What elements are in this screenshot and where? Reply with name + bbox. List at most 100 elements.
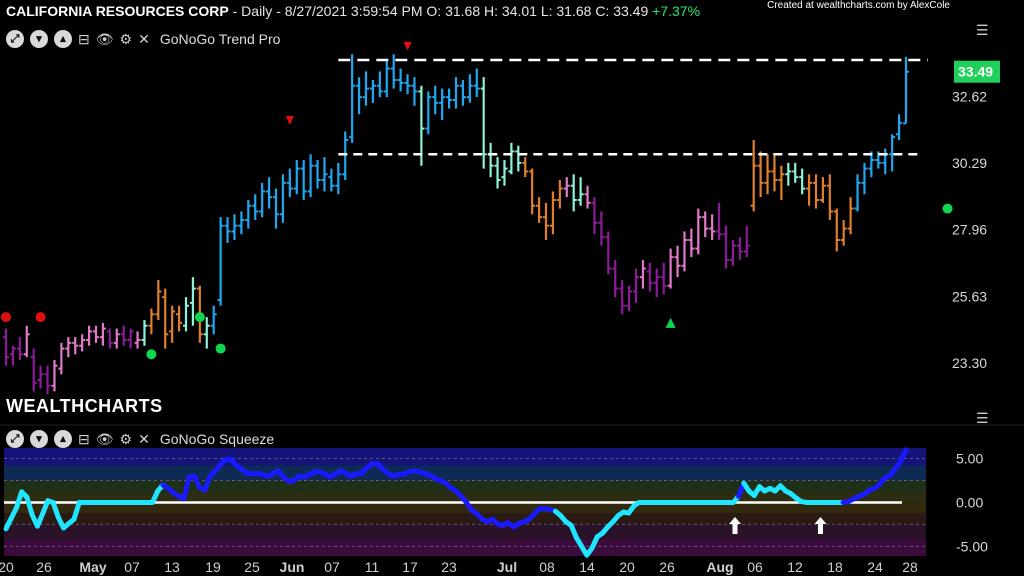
price-tick-label: 30.29 (952, 155, 987, 171)
ohlc-bar (473, 68, 480, 98)
ohlc-bar (861, 162, 868, 195)
ohlc-bar (176, 305, 183, 332)
ohlc-bar (549, 191, 556, 235)
ohlc-bar (695, 208, 702, 255)
ohlc-bar (453, 77, 459, 109)
x-tick-label: 13 (164, 559, 180, 575)
ohlc-bar (286, 168, 293, 198)
last-price-label: 33.49 (958, 64, 993, 80)
ohlc-bar (411, 77, 418, 106)
ohlc-bar (889, 134, 896, 172)
price-tick-label: 32.62 (952, 89, 987, 105)
x-tick-label: Jun (280, 559, 305, 575)
ohlc-bar (813, 174, 819, 209)
ohlc-bar (120, 325, 127, 346)
squeeze-tick-label: 0.00 (956, 494, 983, 510)
ohlc-bar (127, 328, 134, 349)
ohlc-bar (79, 334, 86, 352)
price-tick-label: 25.63 (952, 288, 987, 304)
squeeze-band-6 (4, 524, 926, 540)
ohlc-bar (217, 217, 224, 306)
ohlc-bar (238, 211, 245, 235)
price-tick-label: 27.96 (952, 222, 987, 238)
ohlc-bar (300, 160, 307, 200)
ohlc-bar (854, 174, 861, 212)
ohlc-bar (23, 325, 30, 358)
ohlc-bar (86, 325, 93, 346)
ohlc-bar (279, 174, 286, 223)
ohlc-bar (653, 268, 660, 298)
ohlc-bar (660, 262, 667, 295)
ohlc-bar (44, 365, 51, 395)
ohlc-bar (903, 56, 909, 125)
ohlc-bar (847, 197, 854, 235)
ohlc-bar (155, 280, 162, 320)
red-dot-marker (1, 312, 11, 323)
ohlc-bar (231, 214, 238, 240)
ohlc-bar (245, 200, 252, 229)
ohlc-bar (826, 174, 833, 220)
ohlc-bar (369, 80, 376, 103)
ohlc-bar (321, 157, 328, 192)
ohlc-bar (65, 337, 72, 358)
x-tick-label: Jul (497, 559, 517, 575)
ohlc-bar (799, 168, 806, 195)
ohlc-bar (99, 322, 106, 346)
ohlc-bar (148, 308, 155, 335)
ohlc-bar (591, 197, 598, 235)
ohlc-bar (16, 337, 23, 360)
ohlc-bar (896, 114, 903, 140)
ohlc-bar (37, 365, 44, 389)
red-dot-marker (35, 312, 46, 323)
ohlc-bar (612, 260, 619, 298)
green-dot-marker (146, 349, 157, 360)
ohlc-bar (543, 202, 549, 240)
x-tick-label: 26 (659, 559, 675, 575)
x-tick-label: 14 (579, 559, 595, 575)
x-tick-label: 28 (902, 559, 918, 575)
ohlc-bar (376, 71, 383, 98)
ohlc-bar (494, 157, 501, 189)
ohlc-bar (626, 285, 633, 312)
ohlc-bar (487, 142, 494, 178)
ohlc-bar (819, 177, 826, 203)
x-tick-label: 25 (244, 559, 260, 575)
ohlc-bar (266, 177, 273, 209)
ohlc-bar (529, 168, 536, 215)
ohlc-bar (522, 157, 529, 178)
x-tick-label: Aug (706, 559, 733, 575)
ohlc-bar (259, 182, 266, 218)
chart-canvas: 32.62 30.29 27.96 25.63 23.30 33.49 5.00 0.00 -5… (0, 41, 1024, 575)
ohlc-bar (633, 268, 639, 303)
ohlc-bar (397, 68, 404, 92)
ohlc-bar (356, 77, 363, 115)
ohlc-bar (134, 331, 141, 349)
ohlc-bar (577, 177, 584, 206)
x-tick-label: 17 (402, 559, 418, 575)
ohlc-bar (446, 88, 453, 109)
ohlc-bar (743, 225, 750, 258)
ohlc-bar (536, 197, 543, 223)
x-tick-label: 19 (205, 559, 221, 575)
ohlc-bar (688, 228, 695, 258)
squeeze-band-5 (4, 512, 926, 525)
ohlc-bar (459, 80, 466, 106)
ohlc-bar (792, 162, 799, 183)
ohlc-bar (667, 248, 674, 289)
ohlc-bar (570, 174, 577, 212)
green-triangle-marker (665, 317, 676, 328)
ohlc-bar (639, 260, 646, 289)
squeeze-tick-label: -5.00 (956, 538, 988, 554)
x-tick-label: 06 (747, 559, 763, 575)
x-tick-label: 11 (365, 559, 380, 575)
ohlc-bar (432, 85, 439, 115)
x-tick-label: 08 (539, 559, 555, 575)
x-tick-label: 20 (0, 559, 14, 575)
ohlc-bar (785, 162, 792, 186)
ohlc-bar (162, 288, 169, 349)
ohlc-bar (9, 345, 16, 366)
ohlc-bar (30, 348, 37, 392)
x-tick-label: 12 (787, 559, 803, 575)
ohlc-bar (58, 342, 65, 375)
squeeze-band-1 (4, 465, 926, 481)
